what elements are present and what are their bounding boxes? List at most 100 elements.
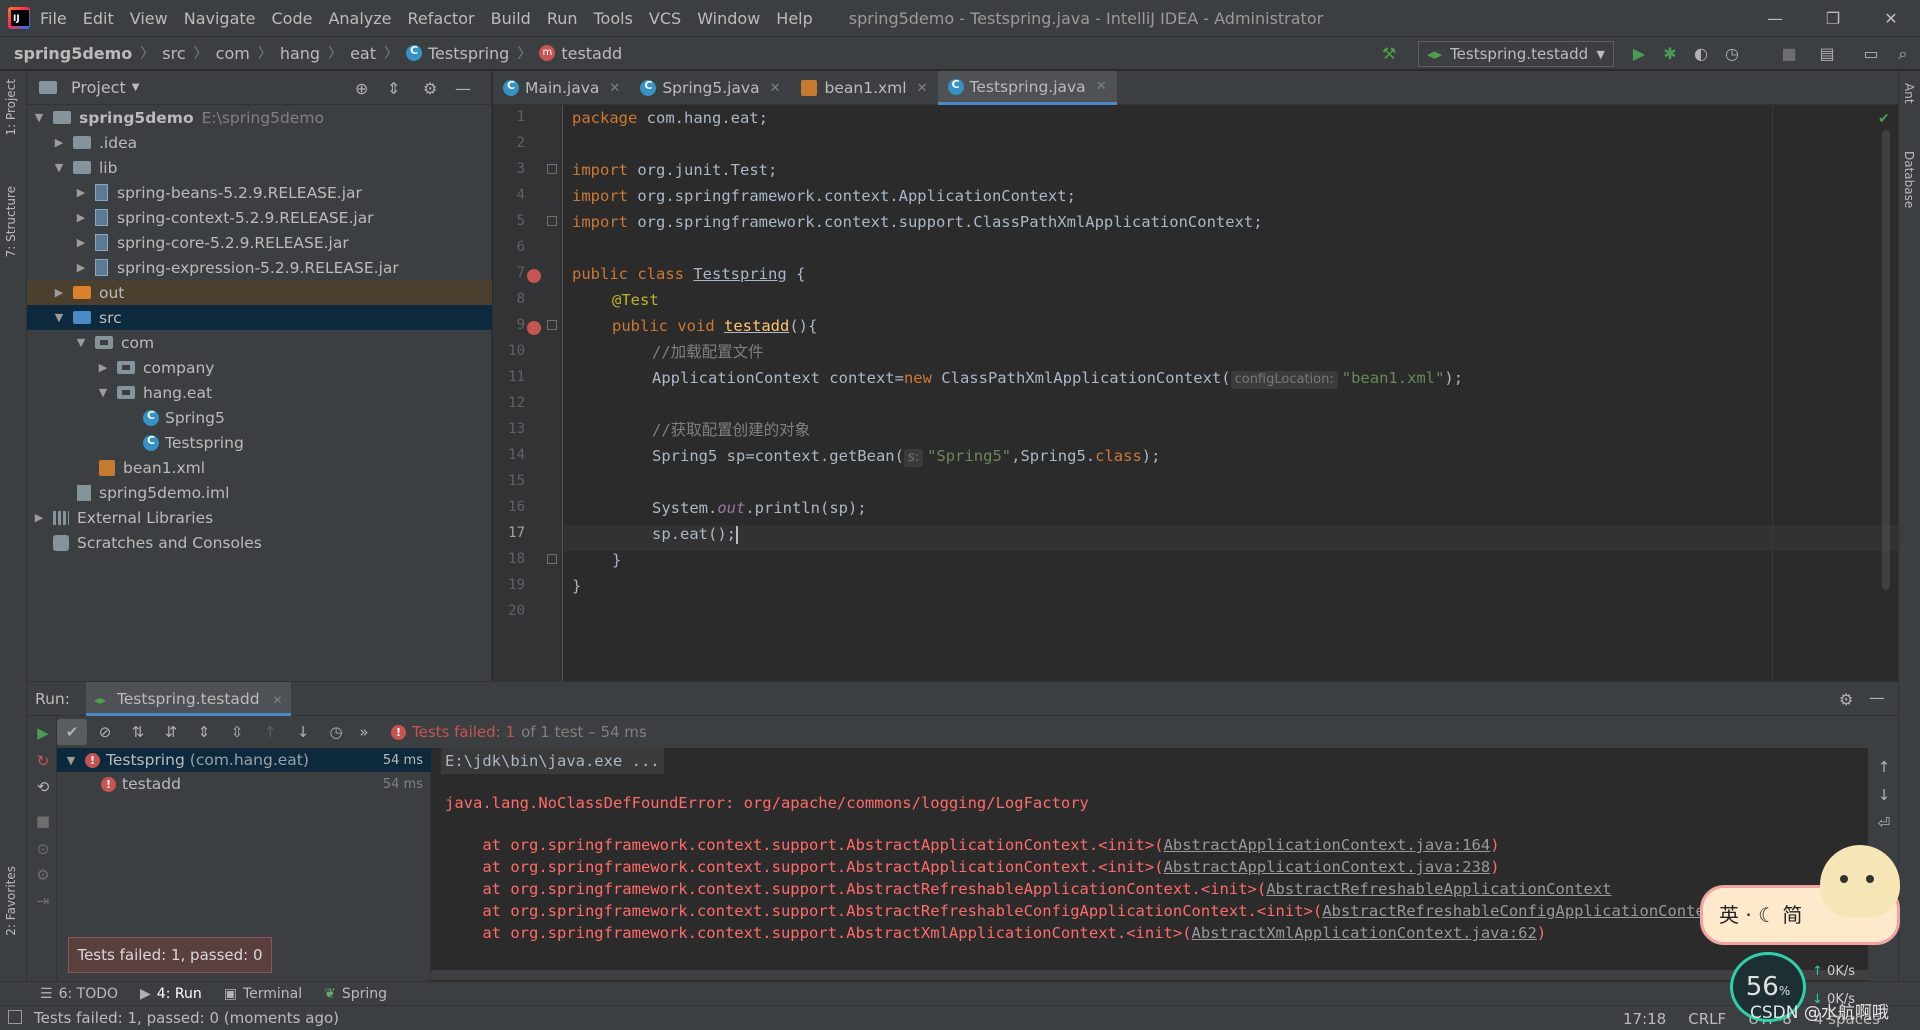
debug-icon[interactable]: ✱: [1661, 45, 1679, 63]
tool-tab-ant[interactable]: Ant: [1902, 83, 1916, 104]
expand-all-icon[interactable]: ⇕: [189, 719, 219, 745]
sort-alpha-icon[interactable]: ⇅: [123, 719, 153, 745]
next-failed-icon[interactable]: ↓: [288, 719, 318, 745]
menu-window[interactable]: Window: [697, 9, 760, 28]
inspection-ok-icon[interactable]: ✔: [1878, 111, 1890, 127]
editor-scrollbar[interactable]: [1882, 130, 1890, 590]
stack-trace-link[interactable]: AbstractApplicationContext.java:238: [1164, 858, 1491, 876]
collapse-all-icon[interactable]: ⇕: [387, 79, 400, 98]
fold-icon[interactable]: [547, 164, 557, 174]
tool-tab-terminal[interactable]: ▣ Terminal: [224, 986, 302, 1002]
tree-item-lib[interactable]: ▼ lib: [27, 155, 492, 180]
sort-duration-icon[interactable]: ⇵: [156, 719, 186, 745]
menu-tools[interactable]: Tools: [594, 9, 633, 28]
tool-tab-favorites[interactable]: 2: Favorites: [4, 866, 18, 936]
close-tab-icon[interactable]: ✕: [273, 693, 283, 707]
tree-item-spring5[interactable]: Spring5: [27, 405, 492, 430]
scroll-down-icon[interactable]: ↓: [1875, 786, 1893, 804]
hide-panel-icon[interactable]: —: [1869, 688, 1885, 707]
tree-item-spring5demo[interactable]: ▼ spring5demo E:\spring5demo: [27, 105, 492, 130]
line-separator[interactable]: CRLF: [1688, 1010, 1726, 1028]
close-tab-icon[interactable]: ✕: [609, 81, 620, 96]
tool-tab-structure[interactable]: 7: Structure: [4, 186, 18, 257]
show-ignored-icon[interactable]: ⊘: [90, 719, 120, 745]
locate-icon[interactable]: ⊕: [355, 79, 368, 98]
menu-view[interactable]: View: [130, 9, 168, 28]
breadcrumb-class[interactable]: Testspring: [428, 44, 509, 63]
tree-item-testspring[interactable]: Testspring: [27, 430, 492, 455]
stack-trace-link[interactable]: AbstractRefreshableConfigApplicationCont…: [1322, 902, 1761, 920]
show-passed-icon[interactable]: ✔: [57, 719, 87, 745]
close-tab-icon[interactable]: ✕: [917, 81, 928, 96]
code-editor[interactable]: package com.hang.eat; import org.junit.T…: [564, 105, 1898, 681]
fold-icon[interactable]: [547, 216, 557, 226]
tool-tab-run[interactable]: ▶ 4: Run: [140, 986, 202, 1002]
breadcrumb-eat[interactable]: eat: [350, 44, 376, 63]
coverage-icon[interactable]: ◐: [1692, 45, 1710, 63]
tree-item-jar[interactable]: ▶ spring-expression-5.2.9.RELEASE.jar: [27, 255, 492, 280]
run-test-gutter-icon[interactable]: [527, 321, 541, 335]
minimize-icon[interactable]: —: [1746, 9, 1804, 28]
test-history-icon[interactable]: ◷: [321, 719, 351, 745]
breadcrumb-project[interactable]: spring5demo: [14, 44, 132, 63]
run-test-gutter-icon[interactable]: [527, 269, 541, 283]
menu-edit[interactable]: Edit: [83, 9, 114, 28]
tree-item-com[interactable]: ▼ com: [27, 330, 492, 355]
editor-tab-bean1-xml[interactable]: bean1.xml ✕: [791, 71, 938, 105]
tree-item-hang-eat[interactable]: ▼ hang.eat: [27, 380, 492, 405]
project-structure-icon[interactable]: ▤: [1818, 45, 1836, 63]
toggle-auto-test-icon[interactable]: ⟲: [34, 778, 52, 796]
rerun-failed-icon[interactable]: ↻: [34, 752, 52, 770]
menu-run[interactable]: Run: [547, 9, 578, 28]
breadcrumb-com[interactable]: com: [216, 44, 250, 63]
tree-item-jar[interactable]: ▶ spring-core-5.2.9.RELEASE.jar: [27, 230, 492, 255]
stack-trace-link[interactable]: AbstractRefreshableApplicationContext: [1266, 880, 1611, 898]
tree-item-company[interactable]: ▶ company: [27, 355, 492, 380]
more-icon[interactable]: »: [354, 719, 374, 745]
profile-icon[interactable]: ◷: [1723, 45, 1741, 63]
tree-item-jar[interactable]: ▶ spring-beans-5.2.9.RELEASE.jar: [27, 180, 492, 205]
project-panel-title[interactable]: Project: [71, 78, 126, 97]
menu-refactor[interactable]: Refactor: [408, 9, 475, 28]
run-icon[interactable]: ▶: [1630, 45, 1648, 63]
hide-panel-icon[interactable]: —: [455, 79, 471, 98]
menu-vcs[interactable]: VCS: [649, 9, 681, 28]
run-tab-testspring[interactable]: ◂▸ Testspring.testadd ✕: [85, 681, 291, 716]
breadcrumb-method[interactable]: testadd: [561, 44, 622, 63]
editor-tab-spring5[interactable]: Spring5.java ✕: [630, 71, 790, 105]
exit-icon[interactable]: ⇥: [34, 892, 52, 910]
caret-position[interactable]: 17:18: [1623, 1010, 1666, 1028]
tree-item-idea[interactable]: ▶ .idea: [27, 130, 492, 155]
gear-icon[interactable]: ⚙: [423, 79, 437, 98]
breadcrumb-src[interactable]: src: [162, 44, 185, 63]
search-icon[interactable]: ⌕: [1894, 45, 1912, 63]
console-output[interactable]: E:\jdk\bin\java.exe ... java.lang.NoClas…: [431, 748, 1868, 982]
tool-tab-todo[interactable]: ☰ 6: TODO: [40, 986, 118, 1002]
breadcrumb-hang[interactable]: hang: [280, 44, 320, 63]
close-tab-icon[interactable]: ✕: [770, 81, 781, 96]
stack-trace-link[interactable]: AbstractXmlApplicationContext.java:62: [1192, 924, 1537, 942]
previous-failed-icon[interactable]: ↑: [255, 719, 285, 745]
fold-icon[interactable]: [547, 554, 557, 564]
gear-icon[interactable]: ⚙: [1839, 690, 1853, 709]
tree-item-jar[interactable]: ▶ spring-context-5.2.9.RELEASE.jar: [27, 205, 492, 230]
restore-icon[interactable]: ❐: [1804, 9, 1862, 28]
tool-tab-database[interactable]: Database: [1902, 151, 1916, 208]
editor-tab-testspring[interactable]: Testspring.java ✕: [937, 71, 1117, 105]
tree-item-external-libraries[interactable]: ▶ External Libraries: [27, 505, 492, 530]
stop-icon[interactable]: ■: [34, 812, 52, 830]
tool-tab-spring[interactable]: ❦ Spring: [324, 986, 387, 1002]
menu-file[interactable]: File: [40, 9, 67, 28]
tree-item-iml[interactable]: spring5demo.iml: [27, 480, 492, 505]
status-message[interactable]: Tests failed: 1, passed: 0 (moments ago): [34, 1009, 339, 1027]
run-configuration-select[interactable]: ◂▸ Testspring.testadd ▼: [1418, 41, 1614, 67]
layout-icon[interactable]: ▭: [1862, 45, 1880, 63]
tree-item-src[interactable]: ▼ src: [27, 305, 492, 330]
editor-tab-main[interactable]: Main.java ✕: [493, 71, 630, 105]
collapse-all-icon[interactable]: ⇳: [222, 719, 252, 745]
soft-wrap-icon[interactable]: ⏎: [1875, 814, 1893, 832]
scroll-up-icon[interactable]: ↑: [1875, 758, 1893, 776]
menu-code[interactable]: Code: [272, 9, 313, 28]
build-hammer-icon[interactable]: ⚒: [1380, 45, 1398, 63]
console-hscrollbar[interactable]: [431, 970, 1868, 980]
